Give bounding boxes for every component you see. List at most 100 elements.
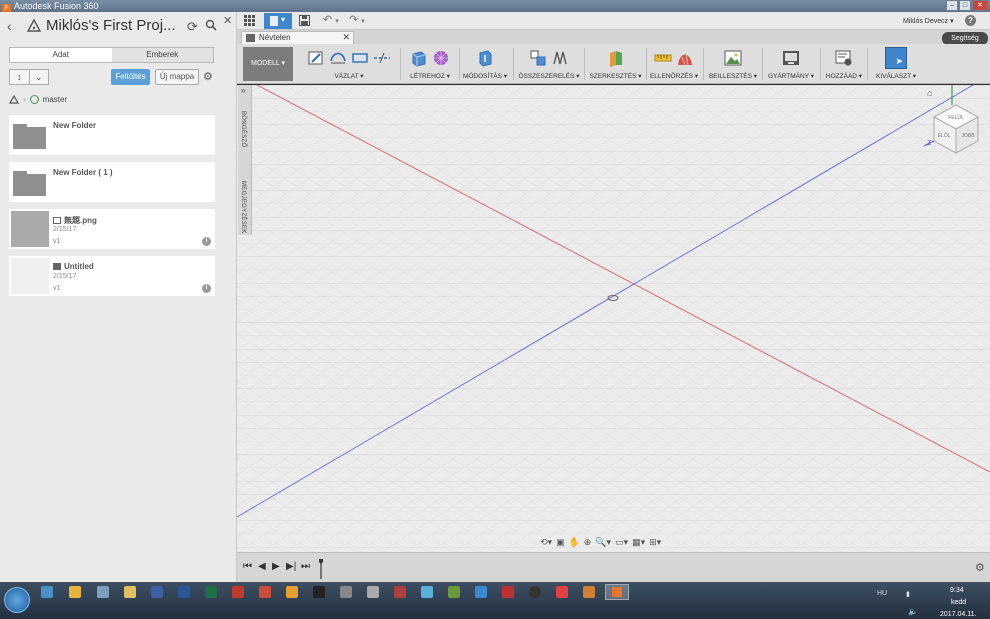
redo-icon[interactable]: ↷ ▾ <box>349 13 365 26</box>
app-taskbar-icon[interactable] <box>448 586 460 598</box>
ribbon-group-addins[interactable]: HOZZÁAD ▾ <box>824 46 864 82</box>
zoom-window-icon[interactable]: 🔍▾ <box>595 537 611 551</box>
info-icon[interactable]: i <box>202 284 211 293</box>
refresh-icon[interactable]: ⟳ <box>187 19 198 35</box>
ribbon-group-insert[interactable]: BEILLESZTÉS ▾ <box>707 46 759 82</box>
scripts-addins-icon[interactable] <box>835 49 853 67</box>
file-menu-button[interactable]: ▾ <box>264 13 292 29</box>
fusion-taskbar-button[interactable] <box>605 584 629 600</box>
comments-panel-toggle[interactable]: MEGJEGYZÉSEK <box>240 181 246 234</box>
app-taskbar-icon[interactable] <box>556 586 568 598</box>
minimize-button[interactable]: – <box>946 0 958 11</box>
viewcube-front-label[interactable]: ELÖL <box>938 132 951 139</box>
expand-panel-icon[interactable]: » <box>241 86 245 95</box>
play-icon[interactable]: ▶ <box>272 561 280 572</box>
app-taskbar-icon[interactable] <box>583 586 595 598</box>
close-panel-icon[interactable]: ✕ <box>223 14 232 27</box>
branch-label[interactable]: master <box>43 95 67 104</box>
app-taskbar-icon[interactable] <box>151 586 163 598</box>
app-taskbar-icon[interactable] <box>124 586 136 598</box>
data-panel-grid-icon[interactable] <box>244 15 255 26</box>
search-icon[interactable] <box>205 19 217 31</box>
app-taskbar-icon[interactable] <box>394 586 406 598</box>
extrude-icon[interactable] <box>410 49 428 67</box>
ribbon-group-modify[interactable]: MÓDOSÍTÁS ▾ <box>462 46 508 82</box>
close-window-button[interactable]: ✕ <box>972 0 988 11</box>
app-taskbar-icon[interactable] <box>421 586 433 598</box>
go-to-end-icon[interactable]: ⏭ <box>301 561 310 572</box>
step-forward-icon[interactable]: ▶| <box>286 561 296 572</box>
close-tab-icon[interactable]: ✕ <box>342 32 350 43</box>
word-taskbar-icon[interactable] <box>178 586 190 598</box>
new-folder-button[interactable]: Új mappa <box>155 69 199 85</box>
clock-time[interactable]: 9:34 <box>950 587 964 594</box>
maximize-button[interactable]: □ <box>959 0 971 11</box>
orbit-icon[interactable]: ⟲▾ <box>540 537 552 551</box>
timeline-settings-icon[interactable]: ⚙ <box>975 561 985 574</box>
home-view-icon[interactable]: ⌂ <box>927 88 932 98</box>
list-item[interactable]: Untitled 2/15/17 v1 i <box>9 256 215 296</box>
form-icon[interactable] <box>432 49 450 67</box>
list-item[interactable]: 無題.png 2/15/17 v1 i <box>9 209 215 249</box>
document-tab[interactable]: Névtelen ✕ <box>241 31 354 44</box>
go-to-start-icon[interactable]: ⏮ <box>243 561 252 572</box>
excel-taskbar-icon[interactable] <box>205 586 217 598</box>
sort-button[interactable]: ↕ ⌄ <box>9 69 49 85</box>
tab-emberek[interactable]: Emberek <box>111 48 213 62</box>
browser-panel-toggle[interactable]: BÖNGÉSZŐ <box>240 111 246 147</box>
app-taskbar-icon[interactable] <box>340 586 352 598</box>
app-taskbar-icon[interactable] <box>259 586 271 598</box>
insert-image-icon[interactable] <box>724 49 742 67</box>
sketch-icon[interactable] <box>307 49 325 67</box>
offset-plane-icon[interactable] <box>607 49 625 67</box>
info-icon[interactable]: i <box>202 237 211 246</box>
app-taskbar-icon[interactable] <box>367 586 379 598</box>
ie-taskbar-icon[interactable] <box>41 586 53 598</box>
step-back-icon[interactable]: ◀ <box>258 561 266 572</box>
3d-print-icon[interactable] <box>782 49 800 67</box>
gear-icon[interactable]: ⚙ <box>203 70 213 83</box>
list-item[interactable]: New Folder <box>9 115 215 155</box>
viewcube-top-label[interactable]: FELÜL <box>948 114 964 121</box>
joint-icon[interactable] <box>551 49 569 67</box>
ribbon-group-construct[interactable]: SZERKESZTÉS ▾ <box>588 46 643 82</box>
undo-icon[interactable]: ↶ ▾ <box>323 13 339 26</box>
chrome-taskbar-icon[interactable] <box>286 586 298 598</box>
ribbon-group-sketch[interactable]: VÁZLAT ▾ <box>303 46 395 82</box>
timeline-marker[interactable] <box>319 559 323 579</box>
app-taskbar-icon[interactable] <box>529 586 541 598</box>
ribbon-group-make[interactable]: GYÁRTMÁNY ▾ <box>766 46 816 82</box>
pan-icon[interactable]: ✋ <box>569 537 580 551</box>
select-icon[interactable]: ➤ <box>885 47 907 69</box>
press-pull-icon[interactable] <box>476 49 494 67</box>
language-indicator[interactable]: HU <box>877 590 887 597</box>
upload-button[interactable]: Feltöltés <box>111 69 150 85</box>
ribbon-group-inspect[interactable]: ELLENŐRZÉS ▾ <box>649 46 699 82</box>
volume-icon[interactable]: 🔈 <box>908 607 918 616</box>
start-button[interactable] <box>4 587 30 613</box>
explorer-taskbar-icon[interactable] <box>69 586 81 598</box>
workspace-switcher[interactable]: MODELL ▾ <box>243 47 293 81</box>
back-arrow-icon[interactable]: ‹ <box>7 18 12 34</box>
list-item[interactable]: New Folder ( 1 ) <box>9 162 215 202</box>
rectangle-icon[interactable] <box>351 49 369 67</box>
ribbon-group-assemble[interactable]: ÖSSZESZERELÉS ▾ <box>518 46 580 82</box>
app-taskbar-icon[interactable] <box>313 586 325 598</box>
user-menu[interactable]: Miklós Devecz ▾ <box>903 17 954 25</box>
ribbon-group-select[interactable]: ➤ KIVÁLASZT ▾ <box>871 46 921 82</box>
app-taskbar-icon[interactable] <box>97 586 109 598</box>
arc-icon[interactable] <box>329 49 347 67</box>
project-hub-icon[interactable] <box>9 94 19 104</box>
zebra-analysis-icon[interactable] <box>676 49 694 67</box>
grid-settings-icon[interactable]: ▦▾ <box>632 537 645 551</box>
viewcube-right-label[interactable]: JOBB <box>961 133 975 139</box>
display-settings-icon[interactable]: ▭▾ <box>615 537 628 551</box>
new-component-icon[interactable] <box>529 49 547 67</box>
app-taskbar-icon[interactable] <box>232 586 244 598</box>
acrobat-taskbar-icon[interactable] <box>502 586 514 598</box>
look-at-icon[interactable]: ▣ <box>556 537 565 551</box>
app-taskbar-icon[interactable] <box>475 586 487 598</box>
help-icon[interactable]: ? <box>965 15 976 26</box>
save-icon[interactable] <box>299 15 310 26</box>
viewports-icon[interactable]: ⊞▾ <box>649 537 661 551</box>
